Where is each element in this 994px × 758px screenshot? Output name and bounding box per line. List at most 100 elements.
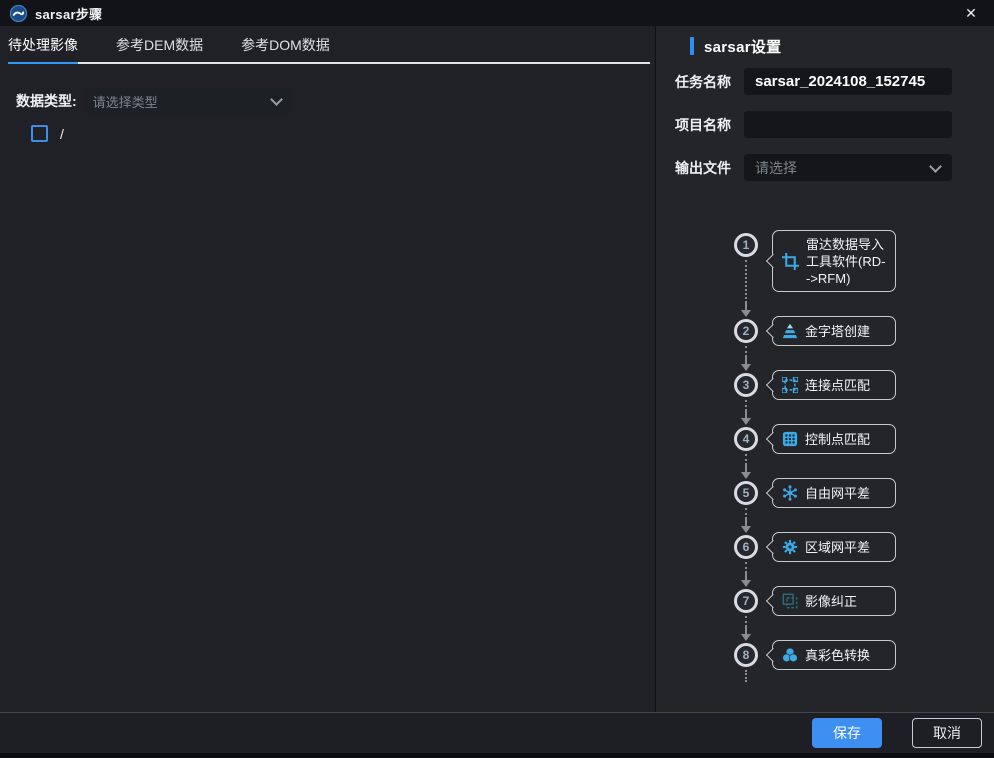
arrow-stem <box>745 465 747 472</box>
app-logo-icon <box>10 5 27 22</box>
rectify-icon <box>782 593 798 609</box>
arrow-down-icon <box>741 580 751 587</box>
field-label: 任务名称 <box>675 72 737 92</box>
flow-tail-dots <box>734 670 758 682</box>
window-title: sarsar步骤 <box>35 4 102 23</box>
step-number-badge: 3 <box>734 373 758 397</box>
step-number-badge: 4 <box>734 427 758 451</box>
step-number-badge: 2 <box>734 319 758 343</box>
flow-arrow-connector <box>734 616 758 641</box>
arrow-down-icon <box>741 472 751 479</box>
step-box-5[interactable]: 自由网平差 <box>772 478 896 508</box>
dotted-line <box>745 260 747 303</box>
tab-1[interactable]: 待处理影像 <box>8 26 78 64</box>
cancel-button[interactable]: 取消 <box>912 718 982 748</box>
step-label: 区域网平差 <box>805 539 870 556</box>
flow-arrow-connector <box>734 346 758 371</box>
dotted-line <box>745 508 747 519</box>
accent-bar <box>690 37 694 55</box>
arrow-down-icon <box>741 526 751 533</box>
tie-point-icon <box>782 377 798 393</box>
project-name-input[interactable] <box>744 111 952 138</box>
flow-arrow-connector <box>734 454 758 479</box>
dotted-line <box>745 616 747 627</box>
step-label: 真彩色转换 <box>805 647 870 664</box>
field-label: 输出文件 <box>675 158 737 178</box>
arrow-down-icon <box>741 310 751 317</box>
tree-root-label: / <box>60 126 64 142</box>
chevron-down-icon <box>270 93 283 106</box>
field-row: 项目名称 <box>675 111 952 138</box>
data-type-row: 数据类型: 请选择类型 <box>16 88 655 114</box>
left-content: 数据类型: 请选择类型 / <box>0 64 655 142</box>
step-label: 控制点匹配 <box>805 431 870 448</box>
step-label: 影像纠正 <box>805 593 857 610</box>
true-color-icon <box>782 647 798 663</box>
step-label: 雷达数据导入工具软件(RD-->RFM) <box>806 236 886 287</box>
output-file-placeholder: 请选择 <box>755 158 797 178</box>
task-name-input[interactable] <box>744 68 952 95</box>
dotted-line <box>745 562 747 573</box>
data-type-label: 数据类型: <box>16 91 77 111</box>
dotted-line <box>745 400 747 411</box>
radar-import-crop-icon <box>782 253 799 270</box>
arrow-stem <box>745 411 747 418</box>
free-network-icon <box>782 485 798 501</box>
data-type-select-placeholder: 请选择类型 <box>93 92 158 111</box>
step-box-3[interactable]: 连接点匹配 <box>772 370 896 400</box>
arrow-stem <box>745 573 747 580</box>
arrow-stem <box>745 627 747 634</box>
step-box-4[interactable]: 控制点匹配 <box>772 424 896 454</box>
step-number-badge: 1 <box>734 233 758 257</box>
field-row: 输出文件请选择 <box>675 154 952 181</box>
control-point-icon <box>782 431 798 447</box>
dialog-window: sarsar步骤 ✕ 待处理影像参考DEM数据参考DOM数据 数据类型: 请选择… <box>0 0 994 758</box>
step-number-badge: 7 <box>734 589 758 613</box>
tree-root-checkbox[interactable] <box>31 125 48 142</box>
tree-root-row: / <box>31 125 655 142</box>
step-number-badge: 5 <box>734 481 758 505</box>
title-bar: sarsar步骤 ✕ <box>0 0 994 26</box>
step-box-1[interactable]: 雷达数据导入工具软件(RD-->RFM) <box>772 230 896 292</box>
arrow-stem <box>745 357 747 364</box>
tab-bar: 待处理影像参考DEM数据参考DOM数据 <box>0 26 655 64</box>
settings-header: sarsar设置 <box>690 37 781 55</box>
data-type-select[interactable]: 请选择类型 <box>83 88 293 114</box>
dotted-line <box>745 454 747 465</box>
flow-arrow-connector <box>734 508 758 533</box>
arrow-stem <box>745 303 747 310</box>
save-button[interactable]: 保存 <box>812 718 882 748</box>
arrow-down-icon <box>741 364 751 371</box>
pyramid-icon <box>782 323 798 339</box>
tab-3[interactable]: 参考DOM数据 <box>241 26 330 64</box>
step-box-6[interactable]: 区域网平差 <box>772 532 896 562</box>
dotted-line <box>745 346 747 357</box>
arrow-down-icon <box>741 634 751 641</box>
step-box-8[interactable]: 真彩色转换 <box>772 640 896 670</box>
close-icon[interactable]: ✕ <box>958 0 984 26</box>
step-number-badge: 6 <box>734 535 758 559</box>
step-label: 连接点匹配 <box>805 377 870 394</box>
settings-title: sarsar设置 <box>704 36 781 57</box>
tab-2[interactable]: 参考DEM数据 <box>116 26 203 64</box>
field-row: 任务名称 <box>675 68 952 95</box>
output-file-select[interactable]: 请选择 <box>744 154 952 181</box>
arrow-stem <box>745 519 747 526</box>
flow-arrow-connector <box>734 400 758 425</box>
flow-arrow-connector <box>734 260 758 317</box>
settings-panel: sarsar设置 任务名称项目名称输出文件请选择 1 雷达数据导入工具软件(RD-… <box>656 26 994 712</box>
field-label: 项目名称 <box>675 115 737 135</box>
left-panel: 待处理影像参考DEM数据参考DOM数据 数据类型: 请选择类型 / <box>0 26 656 712</box>
step-label: 金字塔创建 <box>805 323 870 340</box>
step-box-7[interactable]: 影像纠正 <box>772 586 896 616</box>
dotted-line <box>745 670 747 682</box>
step-label: 自由网平差 <box>805 485 870 502</box>
step-box-2[interactable]: 金字塔创建 <box>772 316 896 346</box>
footer-bar: 保存 取消 <box>0 712 994 758</box>
block-network-icon <box>782 539 798 555</box>
chevron-down-icon <box>929 160 942 173</box>
step-number-badge: 8 <box>734 643 758 667</box>
flow-arrow-connector <box>734 562 758 587</box>
arrow-down-icon <box>741 418 751 425</box>
dialog-body: 待处理影像参考DEM数据参考DOM数据 数据类型: 请选择类型 / sar <box>0 26 994 712</box>
